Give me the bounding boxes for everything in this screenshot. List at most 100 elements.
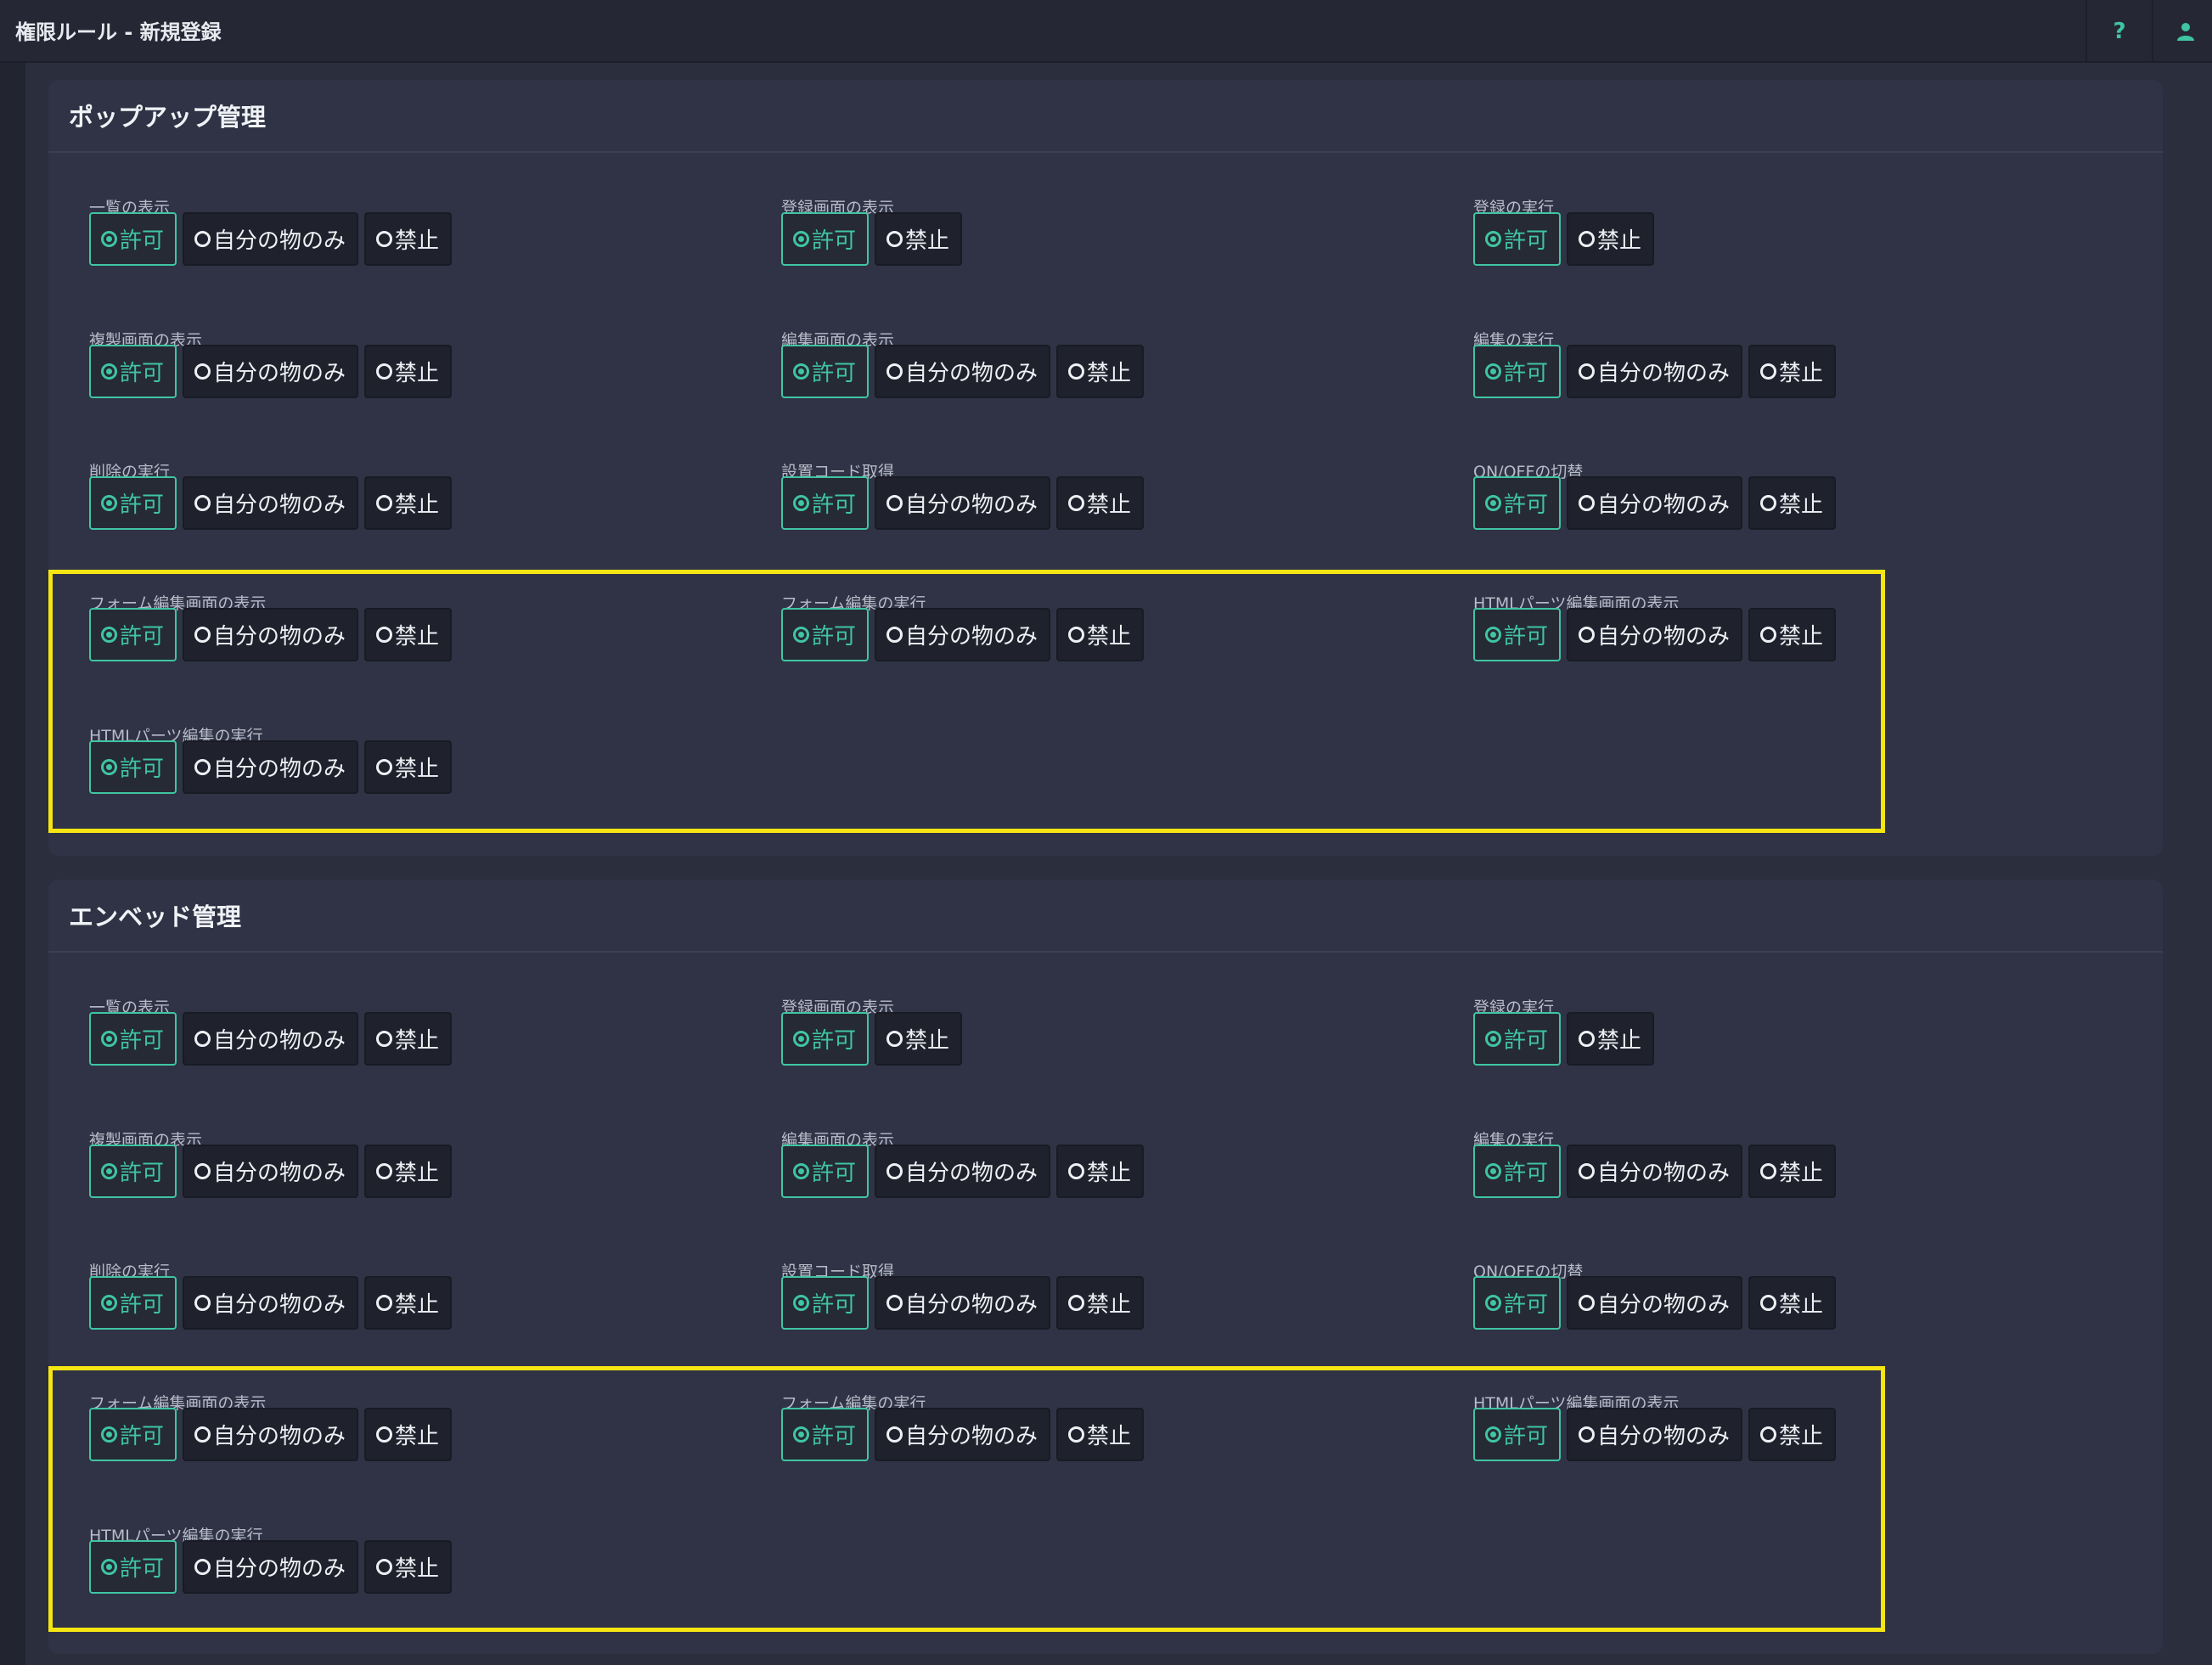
option-label: 許可 <box>120 1292 165 1318</box>
radio-icon <box>886 1031 903 1047</box>
radio-icon <box>1485 1163 1501 1179</box>
option-deny-button[interactable]: 禁止 <box>1056 1276 1145 1330</box>
option-label: 自分の物のみ <box>905 1292 1038 1318</box>
option-label: 禁止 <box>905 228 950 254</box>
option-allow-button[interactable]: 許可 <box>89 212 177 266</box>
radio-group: 許可 自分の物のみ 禁止 <box>89 345 453 398</box>
option-allow-button[interactable]: 許可 <box>1473 345 1562 398</box>
option-allow-button[interactable]: 許可 <box>89 345 177 398</box>
option-own-button[interactable]: 自分の物のみ <box>875 1276 1051 1330</box>
option-deny-button[interactable]: 禁止 <box>364 1012 453 1066</box>
radio-icon <box>793 1163 809 1179</box>
option-own-button[interactable]: 自分の物のみ <box>183 212 359 266</box>
radio-icon <box>1579 1163 1596 1179</box>
option-label: 自分の物のみ <box>905 492 1038 518</box>
option-deny-button[interactable]: 禁止 <box>1056 476 1145 530</box>
radio-group: 許可 禁止 <box>781 212 963 266</box>
option-own-button[interactable]: 自分の物のみ <box>183 1145 359 1198</box>
user-menu-button[interactable] <box>2152 0 2212 63</box>
option-allow-button[interactable]: 許可 <box>1473 1145 1562 1198</box>
option-deny-button[interactable]: 禁止 <box>875 1012 963 1066</box>
radio-icon <box>101 1295 117 1311</box>
option-label: 許可 <box>120 228 165 254</box>
option-deny-button[interactable]: 禁止 <box>364 476 453 530</box>
option-own-button[interactable]: 自分の物のみ <box>1567 476 1743 530</box>
option-own-button[interactable]: 自分の物のみ <box>183 1276 359 1330</box>
option-own-button[interactable]: 自分の物のみ <box>1567 1145 1743 1198</box>
radio-icon <box>376 231 393 247</box>
radio-icon <box>194 495 211 511</box>
option-deny-button[interactable]: 禁止 <box>364 345 453 398</box>
radio-group: 許可 自分の物のみ 禁止 <box>781 345 1145 398</box>
option-allow-button[interactable]: 許可 <box>781 1276 870 1330</box>
option-own-button[interactable]: 自分の物のみ <box>1567 345 1743 398</box>
radio-icon <box>194 1031 211 1047</box>
option-deny-button[interactable]: 禁止 <box>1567 1012 1655 1066</box>
option-label: 許可 <box>120 361 165 386</box>
radio-group: 許可 自分の物のみ 禁止 <box>89 1145 453 1198</box>
radio-group: 許可 自分の物のみ 禁止 <box>89 1012 453 1066</box>
option-own-button[interactable]: 自分の物のみ <box>875 345 1051 398</box>
option-label: 自分の物のみ <box>1597 1292 1731 1318</box>
option-deny-button[interactable]: 禁止 <box>1748 476 1837 530</box>
option-deny-button[interactable]: 禁止 <box>1748 345 1837 398</box>
option-allow-button[interactable]: 許可 <box>781 345 870 398</box>
option-deny-button[interactable]: 禁止 <box>1567 212 1655 266</box>
radio-icon <box>793 495 809 511</box>
section-title: エンベッド管理 <box>48 880 2163 953</box>
left-gutter <box>0 63 25 1665</box>
option-allow-button[interactable]: 許可 <box>89 1276 177 1330</box>
option-deny-button[interactable]: 禁止 <box>364 212 453 266</box>
radio-group: 許可 自分の物のみ 禁止 <box>781 476 1145 530</box>
option-label: 自分の物のみ <box>1597 492 1731 518</box>
radio-icon <box>1579 1031 1596 1047</box>
option-label: 許可 <box>812 228 857 254</box>
radio-icon <box>1579 495 1596 511</box>
option-deny-button[interactable]: 禁止 <box>1748 1276 1837 1330</box>
option-label: 自分の物のみ <box>213 228 346 254</box>
option-allow-button[interactable]: 許可 <box>781 476 870 530</box>
option-own-button[interactable]: 自分の物のみ <box>1567 1276 1743 1330</box>
option-label: 禁止 <box>1779 1292 1824 1318</box>
option-label: 禁止 <box>1087 361 1132 386</box>
option-deny-button[interactable]: 禁止 <box>1056 345 1145 398</box>
radio-icon <box>1579 1295 1596 1311</box>
option-label: 禁止 <box>1779 492 1824 518</box>
option-label: 禁止 <box>1087 1161 1132 1186</box>
option-label: 許可 <box>812 492 857 518</box>
option-allow-button[interactable]: 許可 <box>89 1012 177 1066</box>
option-own-button[interactable]: 自分の物のみ <box>875 1145 1051 1198</box>
option-allow-button[interactable]: 許可 <box>1473 1276 1562 1330</box>
option-deny-button[interactable]: 禁止 <box>1748 1145 1837 1198</box>
highlight-box <box>48 570 1885 833</box>
radio-icon <box>101 1031 117 1047</box>
option-label: 許可 <box>812 361 857 386</box>
option-deny-button[interactable]: 禁止 <box>364 1145 453 1198</box>
radio-icon <box>793 1031 809 1047</box>
radio-icon <box>793 1295 809 1311</box>
option-deny-button[interactable]: 禁止 <box>1056 1145 1145 1198</box>
option-allow-button[interactable]: 許可 <box>781 1145 870 1198</box>
option-allow-button[interactable]: 許可 <box>89 476 177 530</box>
option-allow-button[interactable]: 許可 <box>781 212 870 266</box>
radio-icon <box>376 1295 393 1311</box>
option-own-button[interactable]: 自分の物のみ <box>875 476 1051 530</box>
radio-icon <box>194 231 211 247</box>
option-label: 許可 <box>812 1292 857 1318</box>
option-own-button[interactable]: 自分の物のみ <box>183 476 359 530</box>
option-allow-button[interactable]: 許可 <box>781 1012 870 1066</box>
option-deny-button[interactable]: 禁止 <box>364 1276 453 1330</box>
option-allow-button[interactable]: 許可 <box>1473 1012 1562 1066</box>
option-own-button[interactable]: 自分の物のみ <box>183 1012 359 1066</box>
option-label: 禁止 <box>395 1292 440 1318</box>
option-deny-button[interactable]: 禁止 <box>875 212 963 266</box>
option-own-button[interactable]: 自分の物のみ <box>183 345 359 398</box>
option-allow-button[interactable]: 許可 <box>1473 212 1562 266</box>
option-allow-button[interactable]: 許可 <box>1473 476 1562 530</box>
option-allow-button[interactable]: 許可 <box>89 1145 177 1198</box>
radio-icon <box>1579 363 1596 380</box>
top-bar: 権限ルール - 新規登録 ? <box>0 0 2212 63</box>
radio-icon <box>886 231 903 247</box>
help-button[interactable]: ? <box>2085 0 2152 63</box>
option-label: 自分の物のみ <box>213 1028 346 1054</box>
